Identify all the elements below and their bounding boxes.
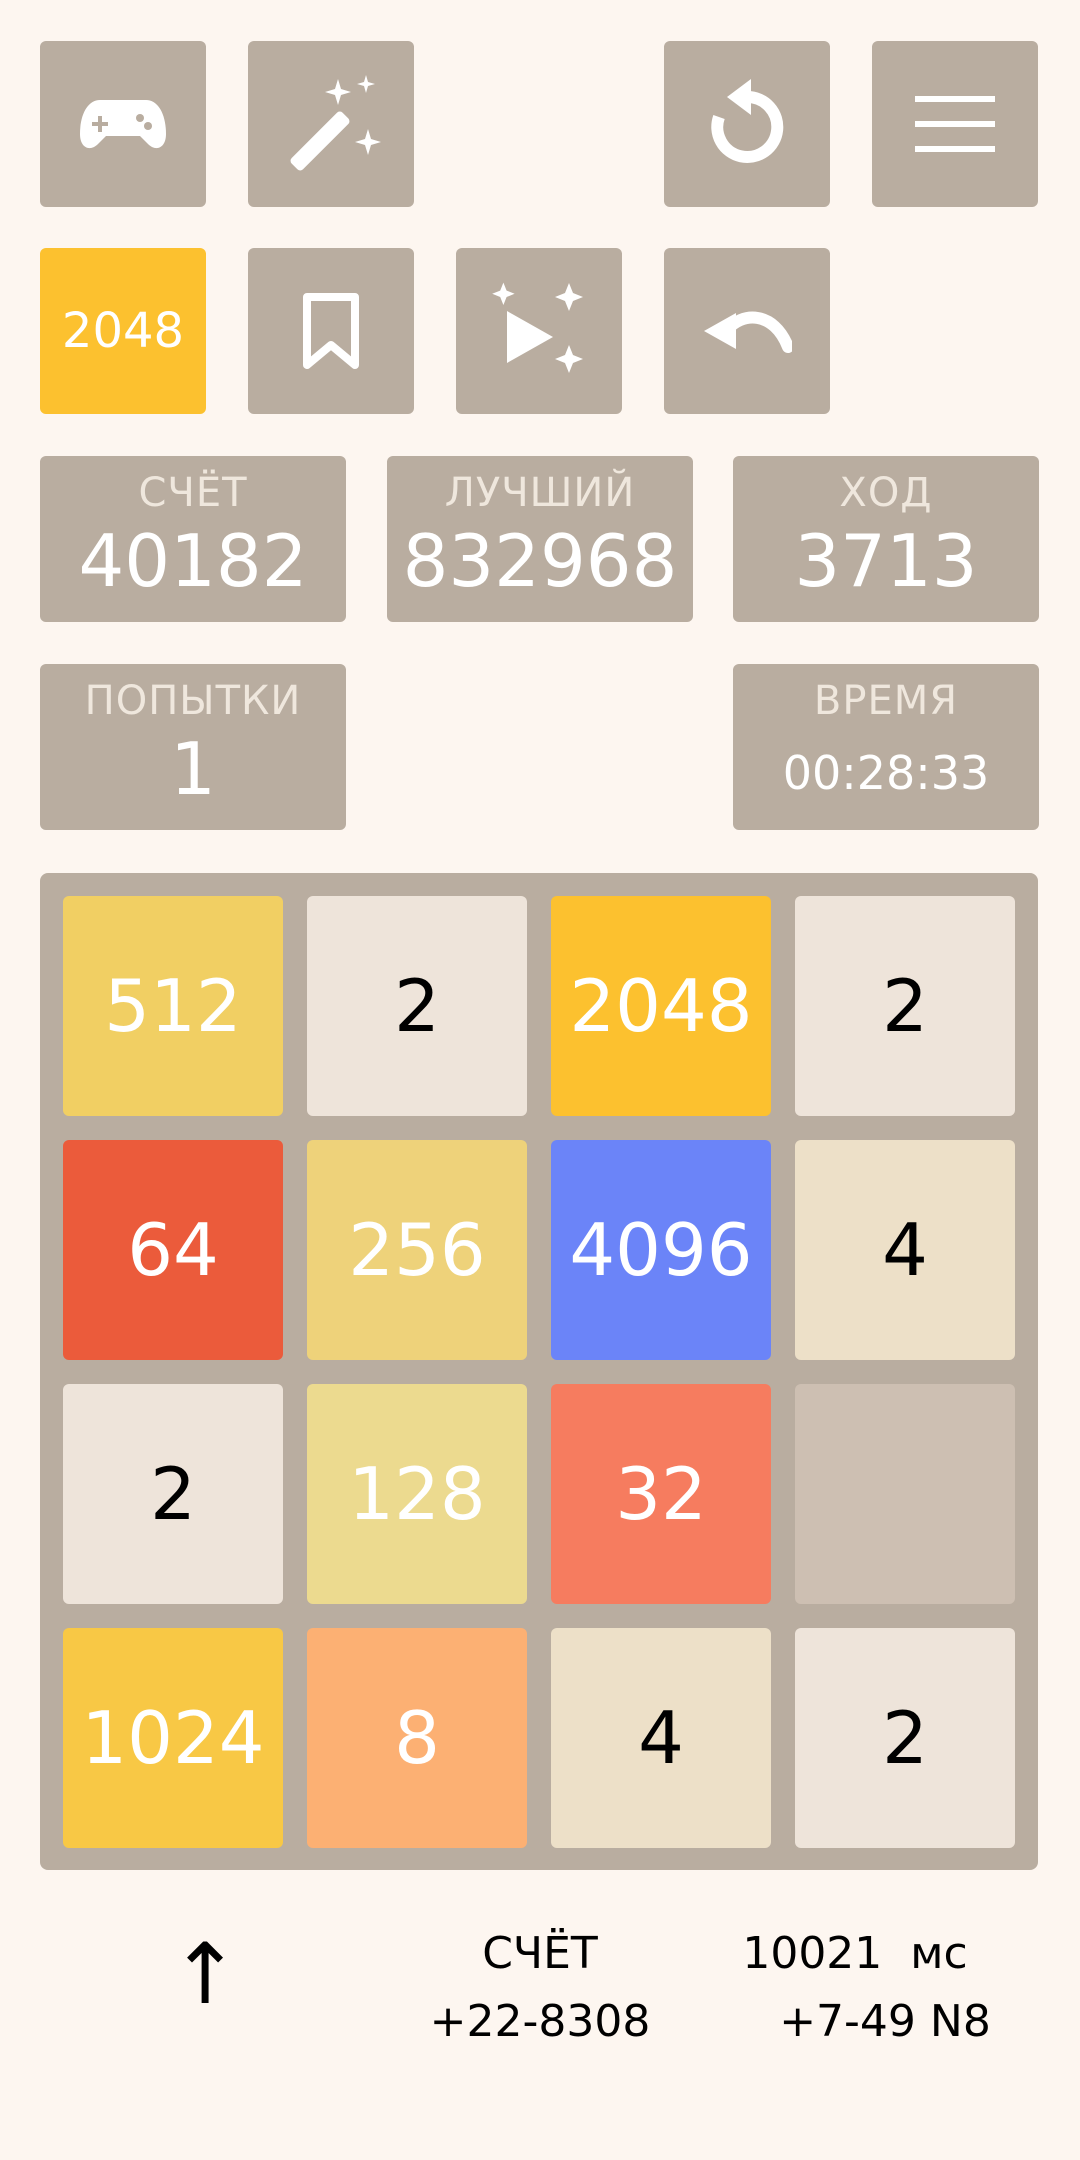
tile: 4096: [551, 1140, 771, 1360]
undo-button[interactable]: [664, 248, 830, 414]
restart-icon: [707, 79, 787, 169]
time-label: ВРЕМЯ: [813, 678, 959, 724]
tile: 2048: [551, 896, 771, 1116]
tile: 2: [795, 896, 1015, 1116]
play-sparkle-icon: [489, 281, 589, 381]
tile: 256: [307, 1140, 527, 1360]
tile: 64: [63, 1140, 283, 1360]
tile: 2: [795, 1628, 1015, 1848]
score-label: СЧЁТ: [138, 470, 248, 516]
tile: 4: [551, 1628, 771, 1848]
moves-label: ХОД: [839, 470, 933, 516]
menu-icon: [915, 96, 995, 152]
time-value: 00:28:33: [782, 746, 990, 800]
moves-value: 3713: [794, 519, 978, 603]
tile: 8: [307, 1628, 527, 1848]
footer-score-label: СЧЁТ: [482, 1928, 598, 1979]
best-label: ЛУЧШИЙ: [444, 470, 636, 516]
bookmark-icon: [301, 291, 361, 371]
best-value: 832968: [402, 519, 678, 603]
gamepad-button[interactable]: [40, 41, 206, 207]
magic-wand-icon: [276, 69, 386, 179]
logo-label: 2048: [61, 303, 185, 359]
footer-time-ms: 10021 мс: [742, 1928, 968, 1979]
autoplay-button[interactable]: [456, 248, 622, 414]
best-panel: ЛУЧШИЙ 832968: [387, 456, 693, 622]
time-panel: ВРЕМЯ 00:28:33: [733, 664, 1039, 830]
restart-button[interactable]: [664, 41, 830, 207]
tile: 4: [795, 1140, 1015, 1360]
tile: 1024: [63, 1628, 283, 1848]
tile: 128: [307, 1384, 527, 1604]
footer-extra: +7-49 N8: [779, 1996, 991, 2047]
tile: 512: [63, 896, 283, 1116]
magic-wand-button[interactable]: [248, 41, 414, 207]
footer-score-delta: +22-8308: [429, 1996, 651, 2047]
logo-button[interactable]: 2048: [40, 248, 206, 414]
tile: 2: [63, 1384, 283, 1604]
tile: 2: [307, 896, 527, 1116]
empty-cell: [795, 1384, 1015, 1604]
attempts-value: 1: [170, 727, 216, 811]
attempts-panel: ПОПЫТКИ 1: [40, 664, 346, 830]
score-panel: СЧЁТ 40182: [40, 456, 346, 622]
tile: 32: [551, 1384, 771, 1604]
game-board[interactable]: 512 2 2048 2 64 256 4096 4 2 128 32 1024 8 4 2: [40, 873, 1038, 1870]
attempts-label: ПОПЫТКИ: [84, 678, 302, 724]
menu-button[interactable]: [872, 41, 1038, 207]
swipe-direction-arrow: ↑: [170, 1925, 241, 2023]
undo-icon: [702, 301, 792, 361]
score-value: 40182: [78, 519, 308, 603]
moves-panel: ХОД 3713: [733, 456, 1039, 622]
bookmark-button[interactable]: [248, 248, 414, 414]
gamepad-icon: [78, 94, 168, 154]
